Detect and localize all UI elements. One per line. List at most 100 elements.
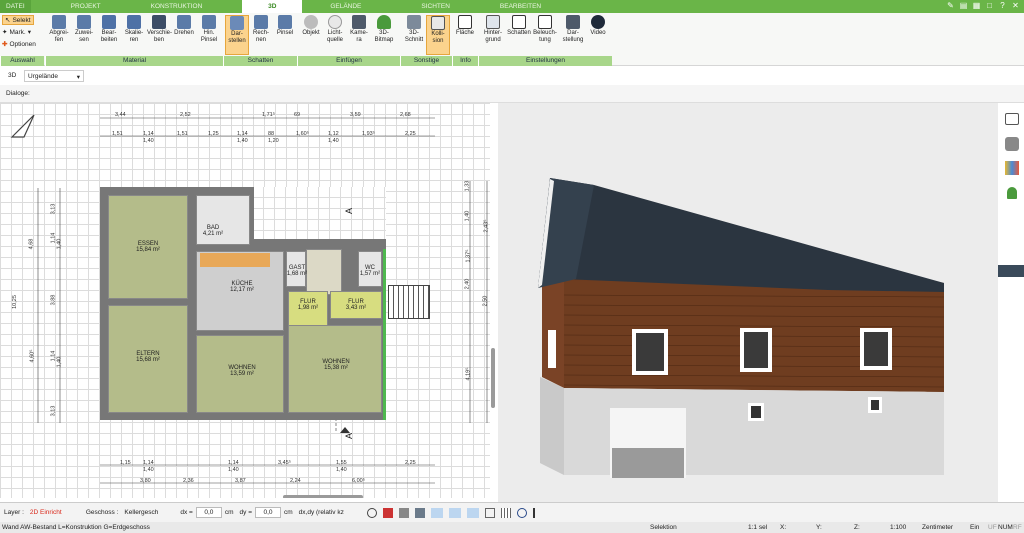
tab-projekt[interactable]: PROJEKT <box>31 0 121 13</box>
tree-icon <box>377 15 391 29</box>
mode-label: 3D <box>8 72 17 79</box>
plan-vertical-scrollbar[interactable] <box>491 348 495 408</box>
objekt-button[interactable]: Objekt <box>299 15 323 55</box>
3d-view[interactable] <box>498 103 1024 503</box>
status-tools <box>366 507 535 518</box>
verschieben-button[interactable]: Verschie- ben <box>147 15 172 55</box>
geschoss-select[interactable]: Kellergesch <box>121 507 167 518</box>
beleuchtung-label: Beleuch- tung <box>533 30 557 43</box>
plan-horizontal-scrollbar[interactable] <box>283 495 363 498</box>
material-palette-icon[interactable] <box>1005 161 1019 175</box>
tab-bearbeiten[interactable]: BEARBEITEN <box>470 0 561 13</box>
hintergrund-button[interactable]: Hinter- grund <box>481 15 505 55</box>
room-area: 1,68 m² <box>286 271 308 277</box>
tab-sichten[interactable]: SICHTEN <box>381 0 470 13</box>
chair-icon[interactable] <box>1005 137 1019 151</box>
tree-icon[interactable] <box>1007 187 1017 199</box>
dim-right-1: 1,40 <box>464 210 471 222</box>
optionen-button[interactable]: ✚ Optionen <box>2 39 36 49</box>
drehen-button[interactable]: Drehen <box>172 15 196 55</box>
schatten-settings-button[interactable]: Schatten <box>507 15 531 55</box>
video-label: Video <box>590 30 606 36</box>
rechnen-button[interactable]: Rech- nen <box>249 15 273 55</box>
staircase[interactable] <box>306 249 342 295</box>
room-bad[interactable] <box>196 195 250 245</box>
wrench-icon[interactable]: ✎ <box>946 1 955 11</box>
pinsel-button[interactable]: Pinsel <box>273 15 297 55</box>
kollision-button[interactable]: Kolli- sion <box>426 15 450 55</box>
close-icon[interactable]: ✕ <box>1011 1 1020 11</box>
tab-konstruktion[interactable]: KONSTRUKTION <box>121 0 223 13</box>
view-icon[interactable] <box>414 507 425 518</box>
dim-bottom1-1: 1,14 <box>143 460 154 466</box>
zuweisen-button[interactable]: Zuwei- sen <box>72 15 96 55</box>
dim-top2-10: 1,12 <box>328 131 339 137</box>
darstellung-button[interactable]: Dar- stellung <box>561 15 585 55</box>
bitmap-button[interactable]: 3D- Bitmap <box>372 15 396 55</box>
beleuchtung-button[interactable]: Beleuch- tung <box>533 15 557 55</box>
dim-top2-2: 1,40 <box>143 138 154 144</box>
sel-info: 1:1 sel <box>748 524 768 531</box>
schnitt-button[interactable]: 3D- Schnitt <box>402 15 426 55</box>
terrain-value: Urgelände <box>28 73 58 80</box>
snap-line-icon[interactable] <box>448 507 461 518</box>
save-icon[interactable]: ▤ <box>959 1 968 11</box>
group-material: Abgrei- fen Zuwei- sen Bear- beiten Skal… <box>45 13 223 66</box>
brush-icon <box>202 15 216 29</box>
dim-right-6: 4,19⁵ <box>465 367 472 381</box>
room-area: 15,38 m² <box>324 365 348 371</box>
snap-icon[interactable] <box>430 507 443 518</box>
darstellen-button[interactable]: Dar- stellen <box>225 15 249 55</box>
terrain-select[interactable]: Urgelände ▾ <box>24 70 84 82</box>
room-area: 1,98 m² <box>297 305 319 311</box>
record-icon[interactable] <box>382 507 393 518</box>
tab-datei[interactable]: DATEI <box>0 0 31 13</box>
lichtquelle-button[interactable]: Licht- quelle <box>323 15 347 55</box>
help-icon[interactable]: ? <box>998 1 1007 11</box>
layers-icon[interactable] <box>1005 113 1019 125</box>
assign-icon <box>77 15 91 29</box>
group-label-info: Info <box>452 56 478 66</box>
dim-bottom1-3: 1,14 <box>228 460 239 466</box>
tab-3d[interactable]: 3D <box>242 0 303 13</box>
grid-icon[interactable] <box>500 507 511 518</box>
chevron-down-icon: ▾ <box>76 74 80 81</box>
coord-mode-select[interactable]: dx,dy (relativ kz <box>296 507 356 518</box>
window-3-glass <box>864 332 888 366</box>
flaeche-button[interactable]: Fläche <box>453 15 477 55</box>
window-icon[interactable]: □ <box>985 1 994 11</box>
dim-bottom1-5: 3,45⁵ <box>278 460 291 466</box>
section-mark-top: A <box>344 207 355 215</box>
mark-button[interactable]: ✦ Mark. ▾ <box>2 27 31 37</box>
selekt-button[interactable]: ↖ Selekt <box>2 15 34 25</box>
skalieren-button[interactable]: Skalie- ren <box>122 15 146 55</box>
print-icon[interactable]: ▦ <box>972 1 981 11</box>
layer-select[interactable]: 2D Einricht <box>27 507 77 518</box>
north-icon[interactable] <box>516 507 527 518</box>
selected-wall[interactable] <box>383 249 386 420</box>
camera-icon[interactable] <box>398 507 409 518</box>
plane-icon[interactable] <box>466 507 479 518</box>
dim-top2-13: 2,25 <box>405 131 416 137</box>
ribbon: ↖ Selekt ✦ Mark. ▾ ✚ Optionen Auswahl Abgrei… <box>0 13 1024 66</box>
kamera-button[interactable]: Kame- ra <box>347 15 371 55</box>
floor-plan-view[interactable]: 3,44 2,52 1,71⁵ 69 3,59 2,68 1,51 1,14 1… <box>0 103 498 498</box>
video-button[interactable]: Video <box>586 15 610 55</box>
ein-info: Ein <box>970 524 980 531</box>
list-icon[interactable] <box>484 507 495 518</box>
layer-label: Layer : <box>4 509 24 516</box>
clock-icon[interactable] <box>366 507 377 518</box>
dx-input[interactable]: 0,0 <box>195 507 222 518</box>
panel-menu-icon[interactable] <box>998 265 1024 277</box>
section-icon <box>407 15 421 29</box>
dy-input[interactable]: 0,0 <box>255 507 281 518</box>
group-label-einstellungen: Einstellungen <box>478 56 612 66</box>
room-area: 15,68 m² <box>136 357 160 363</box>
abgreifen-button[interactable]: Abgrei- fen <box>47 15 71 55</box>
hin-pinsel-button[interactable]: Hin. Pinsel <box>197 15 221 55</box>
tab-gelaende[interactable]: GELÄNDE <box>302 0 381 13</box>
edit-icon <box>102 15 116 29</box>
lightbulb-icon <box>328 15 342 29</box>
bearbeiten-button[interactable]: Bear- beiten <box>97 15 121 55</box>
outside-stairs <box>388 285 430 319</box>
